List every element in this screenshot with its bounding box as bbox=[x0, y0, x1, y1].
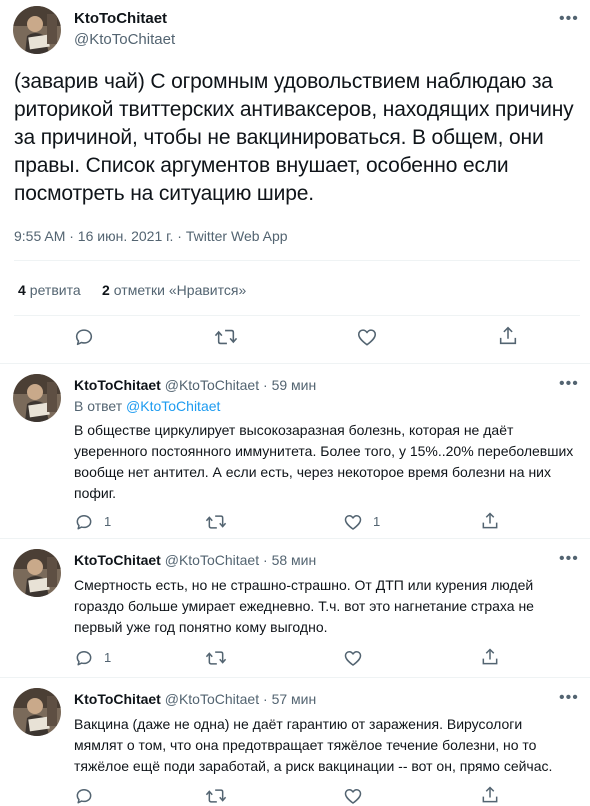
reply-time[interactable]: 59 мин bbox=[272, 377, 317, 393]
retweet-button[interactable] bbox=[214, 326, 238, 348]
reply-to-prefix: В ответ bbox=[74, 398, 123, 414]
heart-icon bbox=[357, 329, 377, 346]
reply-text: В обществе циркулирует высокозаразная бо… bbox=[74, 422, 574, 501]
retweet-button[interactable] bbox=[205, 786, 227, 806]
reply-time[interactable]: 58 мин bbox=[272, 552, 317, 568]
retweet-button[interactable] bbox=[205, 648, 227, 668]
tweet-stats: 4 ретвита 2 отметки «Нравится» bbox=[14, 260, 580, 316]
reply-header: KtoToChitaet @KtoToChitaet · 58 мин bbox=[74, 552, 316, 568]
like-count: 1 bbox=[373, 514, 381, 529]
share-button[interactable] bbox=[480, 511, 500, 531]
like-button[interactable] bbox=[356, 326, 378, 348]
reply-button[interactable] bbox=[74, 786, 94, 806]
heart-icon bbox=[344, 651, 362, 666]
share-upload-icon bbox=[499, 326, 517, 345]
avatar[interactable] bbox=[13, 374, 61, 422]
author-handle[interactable]: @KtoToChitaet bbox=[74, 31, 175, 48]
reply-bubble-icon bbox=[76, 515, 92, 530]
likes-count: 2 bbox=[102, 282, 110, 298]
author-display-name[interactable]: KtoToChitaet bbox=[74, 552, 161, 568]
reply-button[interactable] bbox=[73, 326, 95, 348]
author-display-name[interactable]: KtoToChitaet bbox=[74, 10, 167, 27]
share-upload-icon bbox=[482, 512, 498, 529]
retweets-count: 4 bbox=[18, 282, 26, 298]
separator-dot: · bbox=[263, 552, 268, 568]
avatar-image bbox=[13, 688, 61, 736]
tweet-meta[interactable]: 9:55 AM · 16 июн. 2021 г. · Twitter Web … bbox=[14, 228, 288, 244]
avatar-image bbox=[13, 6, 61, 54]
reply-count: 1 bbox=[104, 514, 112, 529]
reply-text: Смертность есть, но не страшно-страшно. … bbox=[74, 577, 534, 635]
author-display-name[interactable]: KtoToChitaet bbox=[74, 691, 161, 707]
more-dots-icon[interactable]: ••• bbox=[559, 11, 579, 27]
main-tweet: KtoToChitaet @KtoToChitaet ••• (заварив … bbox=[0, 0, 590, 364]
retweets-stat[interactable]: 4 ретвита bbox=[18, 282, 81, 298]
reply-header: KtoToChitaet @KtoToChitaet · 59 мин bbox=[74, 377, 316, 393]
share-button[interactable] bbox=[480, 647, 500, 667]
share-button[interactable] bbox=[480, 785, 500, 805]
like-button[interactable] bbox=[343, 786, 363, 806]
retweet-arrows-icon bbox=[205, 515, 227, 529]
more-dots-icon[interactable]: ••• bbox=[559, 376, 579, 392]
tweet-text: (заварив чай) С огромным удовольствием н… bbox=[14, 70, 574, 205]
likes-stat[interactable]: 2 отметки «Нравится» bbox=[102, 282, 246, 298]
avatar[interactable] bbox=[13, 6, 61, 54]
likes-label: отметки «Нравится» bbox=[113, 282, 247, 298]
like-button[interactable]: 1 bbox=[343, 512, 380, 532]
retweet-arrows-icon bbox=[214, 329, 238, 345]
author-handle[interactable]: @KtoToChitaet bbox=[165, 377, 259, 393]
reply-time[interactable]: 57 мин bbox=[272, 691, 317, 707]
reply-bubble-icon bbox=[76, 789, 92, 804]
reply-button[interactable]: 1 bbox=[74, 648, 111, 668]
like-button[interactable] bbox=[343, 648, 363, 668]
reply-text: Вакцина (даже не одна) не даёт гарантию … bbox=[74, 716, 553, 774]
more-dots-icon[interactable]: ••• bbox=[559, 551, 579, 567]
avatar[interactable] bbox=[13, 688, 61, 736]
reply-tweet[interactable]: KtoToChitaet @KtoToChitaet · 58 мин ••• … bbox=[0, 540, 590, 678]
more-dots-icon[interactable]: ••• bbox=[559, 690, 579, 706]
avatar[interactable] bbox=[13, 549, 61, 597]
separator-dot: · bbox=[263, 377, 268, 393]
reply-bubble-icon bbox=[75, 329, 93, 346]
author-handle[interactable]: @KtoToChitaet bbox=[165, 552, 259, 568]
reply-count: 1 bbox=[104, 650, 112, 665]
reply-button[interactable]: 1 bbox=[74, 512, 111, 532]
reply-to-handle[interactable]: @KtoToChitaet bbox=[126, 398, 220, 414]
share-button[interactable] bbox=[497, 325, 519, 347]
retweets-label: ретвита bbox=[29, 282, 81, 298]
avatar-image bbox=[13, 374, 61, 422]
avatar-image bbox=[13, 549, 61, 597]
retweet-button[interactable] bbox=[205, 512, 227, 532]
reply-to-line: В ответ @KtoToChitaet bbox=[74, 398, 220, 414]
reply-tweet[interactable]: KtoToChitaet @KtoToChitaet · 59 мин ••• … bbox=[0, 365, 590, 539]
separator-dot: · bbox=[263, 691, 268, 707]
author-display-name[interactable]: KtoToChitaet bbox=[74, 377, 161, 393]
author-handle[interactable]: @KtoToChitaet bbox=[165, 691, 259, 707]
share-upload-icon bbox=[482, 786, 498, 803]
heart-icon bbox=[344, 789, 362, 804]
share-upload-icon bbox=[482, 648, 498, 665]
heart-icon bbox=[344, 515, 362, 530]
retweet-arrows-icon bbox=[205, 651, 227, 665]
retweet-arrows-icon bbox=[205, 789, 227, 803]
reply-header: KtoToChitaet @KtoToChitaet · 57 мин bbox=[74, 691, 316, 707]
reply-tweet[interactable]: KtoToChitaet @KtoToChitaet · 57 мин ••• … bbox=[0, 679, 590, 806]
reply-bubble-icon bbox=[76, 651, 92, 666]
